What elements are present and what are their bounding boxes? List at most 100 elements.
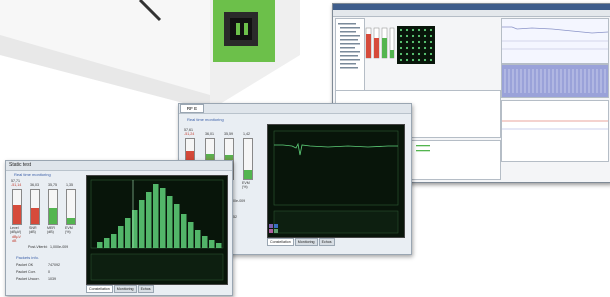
constellation-point	[429, 58, 433, 62]
spectrum-bar	[195, 230, 201, 248]
packet-uncorr-label: Packet Uncorr.	[16, 277, 40, 281]
level-readout-2: -51,14	[11, 183, 22, 187]
tab-constellation[interactable]: Constellation	[86, 285, 113, 293]
constellation-point	[405, 28, 409, 32]
constellation-point	[399, 40, 403, 44]
constellation-point	[423, 52, 427, 56]
mer-meter	[48, 189, 58, 225]
constellation-point	[423, 46, 427, 50]
spectrum-bar	[160, 188, 166, 248]
mer-label: MER (dB)	[47, 226, 55, 234]
section-label: Real time monitoring	[187, 117, 224, 122]
snr-value: 36,01	[205, 132, 214, 136]
post-viterbi-value: 1,000e-009	[50, 245, 69, 249]
spectrum-bar	[209, 240, 215, 248]
spectrum-bar	[188, 222, 194, 248]
chart-area-3	[501, 100, 609, 162]
spectrum-bar	[181, 214, 187, 248]
spectrum-bar	[216, 243, 222, 248]
unit-db: dB	[12, 239, 17, 243]
tab-monitoring[interactable]: Monitoring	[294, 238, 318, 246]
tab-echos[interactable]: Echos	[137, 285, 154, 293]
spectrum-bar	[139, 200, 145, 248]
packet-corr-value: 0	[48, 270, 50, 274]
constellation-point	[411, 58, 415, 62]
constellation-point	[429, 34, 433, 38]
constellation-point	[429, 46, 433, 50]
mini-meters	[365, 27, 395, 59]
packet-ok-label: Packet OK	[16, 263, 34, 267]
packet-uncorr-value: 1039	[48, 277, 56, 281]
spectrum-bar	[153, 184, 159, 248]
packet-corr-label: Packet Corr.	[16, 270, 36, 274]
evm-label: EVM (%)	[65, 226, 73, 234]
spectrum-screen	[86, 175, 228, 285]
constellation-point	[429, 28, 433, 32]
constellation-point	[429, 40, 433, 44]
snr-value: 36,03	[30, 183, 39, 187]
spectrum-bar	[111, 234, 117, 248]
tab-echos[interactable]: Echos	[318, 238, 335, 246]
constellation-point	[405, 46, 409, 50]
constellation-point	[411, 28, 415, 32]
tab-rf[interactable]: RF E	[180, 104, 204, 113]
spectrum-bar	[167, 196, 173, 248]
spectrum-bar	[202, 236, 208, 248]
spectrum-bar	[174, 204, 180, 248]
snr-meter	[30, 189, 40, 225]
constellation-point	[399, 58, 403, 62]
panel-title: Static test	[179, 104, 411, 114]
constellation-point	[411, 52, 415, 56]
window-toolbar	[333, 10, 610, 17]
constellation-point	[405, 58, 409, 62]
spectrum-bar	[118, 226, 124, 248]
spectrum-bar	[97, 242, 103, 248]
evm-meter	[243, 138, 253, 180]
constellation-point	[417, 52, 421, 56]
tab-monitoring[interactable]: Monitoring	[113, 285, 137, 293]
constellation-point	[399, 34, 403, 38]
constellation-grid-icon	[397, 26, 435, 64]
color-squares-icon	[269, 224, 278, 233]
constellation-point	[417, 28, 421, 32]
constellation-point	[423, 58, 427, 62]
constellation-point	[423, 28, 427, 32]
mer-value: 35,75	[48, 183, 57, 187]
constellation-point	[423, 40, 427, 44]
level-meter	[12, 189, 22, 225]
chart-area-2	[501, 64, 609, 98]
spectrum-bar	[146, 192, 152, 248]
constellation-point	[417, 46, 421, 50]
constellation-point	[423, 34, 427, 38]
panel-title: Static test	[6, 161, 232, 171]
constellation-point	[417, 40, 421, 44]
spectrum-bar	[125, 218, 131, 248]
level-label: Level (dBµV)	[10, 226, 22, 234]
constellation-point	[405, 52, 409, 56]
constellation-point	[399, 52, 403, 56]
post-viterbi-label: Post-Viterbi:	[28, 245, 48, 249]
constellation-point	[405, 34, 409, 38]
spectrum-bar	[104, 238, 110, 248]
level-readout-2: -51,24	[184, 132, 195, 136]
constellation-point	[411, 40, 415, 44]
constellation-point	[417, 34, 421, 38]
constellation-point	[399, 46, 403, 50]
constellation-point	[429, 52, 433, 56]
evm-value: 1,35	[66, 183, 73, 187]
constellation-point	[417, 58, 421, 62]
mer-value: 35,59	[224, 132, 233, 136]
evm-meter	[66, 189, 76, 225]
packet-ok-value: 747092	[48, 263, 60, 267]
constellation-point	[411, 34, 415, 38]
snr-label: SNR (dB)	[29, 226, 37, 234]
constellation-point	[399, 28, 403, 32]
tab-constellation[interactable]: Constellation	[267, 238, 294, 246]
evm-value: 1,42	[243, 132, 250, 136]
chart-area-1	[501, 18, 609, 64]
constellation-point	[405, 40, 409, 44]
evm-label: EVM (%)	[242, 181, 250, 189]
power-connector-icon	[213, 0, 275, 62]
device-illustration	[0, 0, 300, 110]
section-label: Real time monitoring	[14, 172, 51, 177]
